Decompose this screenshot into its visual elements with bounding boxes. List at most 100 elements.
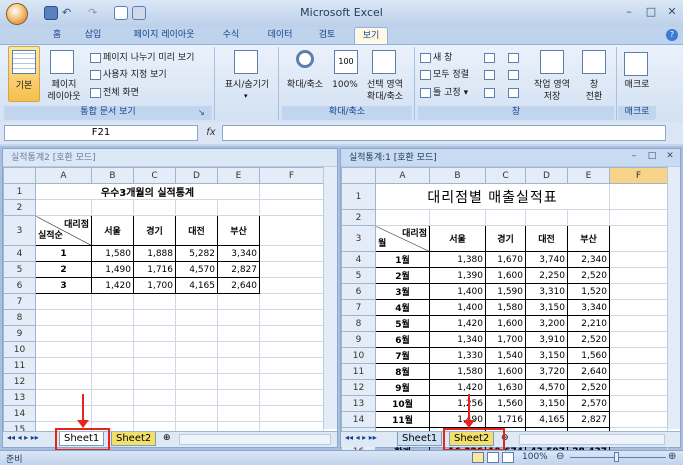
row-header[interactable]: 1 [341,183,376,210]
cell[interactable] [259,261,324,278]
help-icon[interactable]: ? [666,29,678,41]
cell[interactable]: 5월 [375,315,430,332]
cell[interactable] [259,215,324,246]
cell[interactable]: 1,600 [485,315,526,332]
cell[interactable] [609,299,668,316]
header-cell[interactable]: 서울 [91,215,134,246]
zoom-slider-handle[interactable] [614,452,619,462]
cell[interactable]: 2,250 [525,267,568,284]
tab-home[interactable]: 홈 [44,27,70,44]
header-cell[interactable]: 경기 [133,215,176,246]
col-header[interactable]: C [485,167,526,184]
tab-insert[interactable]: 삽입 [78,27,108,44]
row-header[interactable]: 14 [341,411,376,428]
cell[interactable]: 1 [35,245,92,262]
page-layout-label-1[interactable]: 페이지 [42,80,86,91]
cell[interactable] [259,199,324,216]
header-cell[interactable]: 대전 [525,225,568,252]
switch-windows-label-1[interactable]: 창 [576,80,612,91]
cell[interactable] [259,183,324,200]
tab-page-layout[interactable]: 페이지 레이아웃 [124,27,204,44]
cell[interactable] [609,267,668,284]
row-header[interactable]: 8 [3,309,36,326]
row-header[interactable]: 3 [3,215,36,246]
minimize-icon[interactable]: – [625,151,643,165]
row-header[interactable]: 5 [341,267,376,284]
cell[interactable]: 2,570 [567,395,610,412]
close-icon[interactable]: ✕ [663,5,681,19]
insert-sheet-icon[interactable]: ⊕ [163,433,171,443]
cell[interactable]: 1,490 [91,261,134,278]
cell[interactable]: 2,827 [567,411,610,428]
row-header[interactable]: 10 [3,341,36,358]
tab-view[interactable]: 보기 [354,27,388,44]
row-header[interactable]: 7 [341,299,376,316]
sheet-nav-arrows-icon[interactable]: ◂◂ ◂ ▸ ▸▸ [7,433,39,442]
tab-review[interactable]: 검토 [312,27,342,44]
cell[interactable]: 1,700 [133,277,176,294]
cell[interactable]: 4,570 [525,379,568,396]
cell[interactable] [609,347,668,364]
cell[interactable]: 2,827 [217,261,260,278]
custom-views-button[interactable]: 사용자 지정 보기 [90,69,167,81]
cell[interactable]: 2,520 [567,331,610,348]
col-header[interactable]: B [429,167,486,184]
hide-window-icon[interactable] [484,70,495,80]
dialog-launcher-icon[interactable]: ↘ [198,108,205,117]
cell[interactable]: 3월 [375,283,430,300]
col-header[interactable]: F [609,167,668,184]
col-header[interactable]: A [375,167,430,184]
select-all-corner[interactable] [341,167,376,184]
fx-icon[interactable]: fx [200,125,222,141]
cell[interactable]: 1,560 [485,395,526,412]
cell[interactable] [609,411,668,428]
header-corner-cell[interactable]: 대리점 실적순 [35,215,92,246]
cell[interactable]: 1,580 [485,299,526,316]
cell[interactable]: 1,490 [429,411,486,428]
freeze-panes-button[interactable]: 틀 고정 ▾ [420,87,468,99]
cell[interactable]: 3 [35,277,92,294]
row-header[interactable]: 2 [341,209,376,226]
header-cell[interactable]: 부산 [217,215,260,246]
cell[interactable] [609,395,668,412]
cell[interactable]: 1,716 [133,261,176,278]
header-cell[interactable]: 서울 [429,225,486,252]
view-side-by-side-icon[interactable] [508,53,519,63]
header-corner-cell[interactable]: 대리점 월 [375,225,430,252]
col-header[interactable]: D [525,167,568,184]
header-cell[interactable]: 부산 [567,225,610,252]
cell[interactable] [609,251,668,268]
sheet-tab-sheet2[interactable]: Sheet2 [111,432,157,446]
cell[interactable]: 1,670 [485,251,526,268]
cell[interactable]: 1,580 [429,363,486,380]
row-header[interactable]: 8 [341,315,376,332]
cell[interactable]: 1,400 [429,299,486,316]
cell[interactable]: 3,720 [525,363,568,380]
cell[interactable]: 1,520 [567,283,610,300]
cell[interactable]: 3,200 [525,315,568,332]
switch-windows-label-2[interactable]: 전환 [576,92,612,103]
cell[interactable]: 1,420 [429,315,486,332]
row-header[interactable]: 1 [3,183,36,200]
cell[interactable]: 3,150 [525,347,568,364]
row-header[interactable]: 7 [3,293,36,310]
zoom-100-button[interactable]: 100% [330,80,360,91]
col-header[interactable]: E [217,167,260,184]
close-icon[interactable]: ✕ [661,151,679,165]
zoom-level[interactable]: 100% [522,452,548,462]
cell[interactable] [609,379,668,396]
zoom-in-icon[interactable]: ⊕ [668,451,676,462]
cell[interactable]: 1,390 [429,267,486,284]
maximize-icon[interactable]: □ [642,5,660,19]
cell[interactable]: 2 [35,261,92,278]
vertical-scrollbar[interactable] [323,167,337,429]
row-header[interactable]: 11 [341,363,376,380]
cell[interactable]: 6월 [375,331,430,348]
cell[interactable]: 2,520 [567,379,610,396]
full-screen-button[interactable]: 전체 화면 [90,87,139,99]
col-header[interactable]: F [259,167,324,184]
cell[interactable]: 1,330 [429,347,486,364]
show-hide-button[interactable]: 표시/숨기기 [218,80,276,91]
cell[interactable]: 1,420 [91,277,134,294]
cell[interactable]: 3,150 [525,299,568,316]
